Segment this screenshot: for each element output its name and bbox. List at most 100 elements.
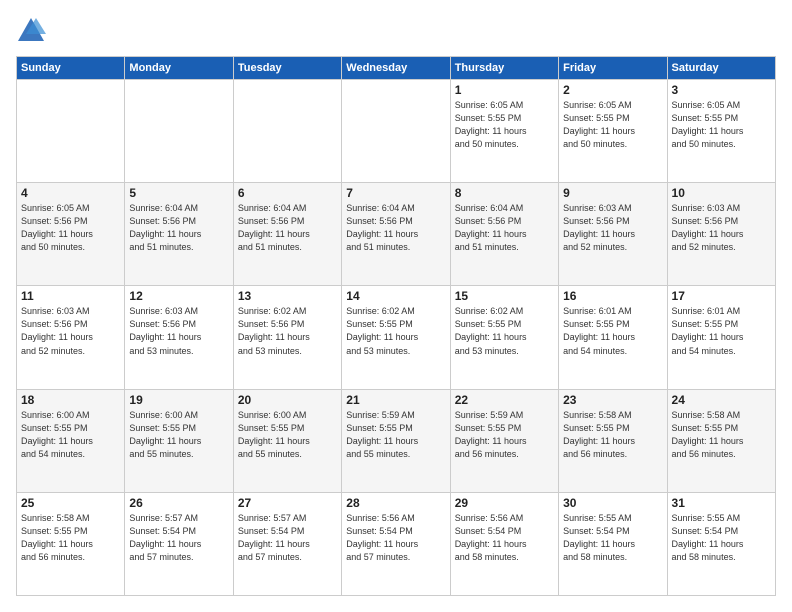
- day-number: 14: [346, 289, 445, 303]
- day-number: 15: [455, 289, 554, 303]
- calendar-cell: 31 Sunrise: 5:55 AM Sunset: 5:54 PM Dayli…: [667, 492, 775, 595]
- calendar-cell: 25Sunrise: 5:58 AM Sunset: 5:55 PM Dayli…: [17, 492, 125, 595]
- calendar-cell: 1Sunrise: 6:05 AM Sunset: 5:55 PM Daylig…: [450, 80, 558, 183]
- day-info: Sunrise: 6:03 AM Sunset: 5:56 PM Dayligh…: [563, 202, 662, 254]
- calendar-cell: 9Sunrise: 6:03 AM Sunset: 5:56 PM Daylig…: [559, 183, 667, 286]
- calendar-cell: 14 Sunrise: 6:02 AM Sunset: 5:55 PM Dayli…: [342, 286, 450, 389]
- day-number: 30: [563, 496, 662, 510]
- calendar-cell: 12 Sunrise: 6:03 AM Sunset: 5:56 PM Dayli…: [125, 286, 233, 389]
- calendar-cell: [17, 80, 125, 183]
- day-info: Sunrise: 5:56 AM Sunset: 5:54 PM Dayligh…: [346, 512, 445, 564]
- calendar-cell: 28 Sunrise: 5:56 AM Sunset: 5:54 PM Dayli…: [342, 492, 450, 595]
- calendar-cell: 10 Sunrise: 6:03 AM Sunset: 5:56 PM Dayli…: [667, 183, 775, 286]
- day-info: Sunrise: 6:02 AM Sunset: 5:56 PM Dayligh…: [238, 305, 337, 357]
- day-number: 7: [346, 186, 445, 200]
- calendar-cell: 30 Sunrise: 5:55 AM Sunset: 5:54 PM Dayli…: [559, 492, 667, 595]
- day-number: 23: [563, 393, 662, 407]
- calendar-header-saturday: Saturday: [667, 57, 775, 80]
- calendar-header-sunday: Sunday: [17, 57, 125, 80]
- calendar-cell: [342, 80, 450, 183]
- day-number: 3: [672, 83, 771, 97]
- day-number: 11: [21, 289, 120, 303]
- day-info: Sunrise: 5:58 AM Sunset: 5:55 PM Dayligh…: [563, 409, 662, 461]
- calendar-cell: 18 Sunrise: 6:00 AM Sunset: 5:55 PM Dayli…: [17, 389, 125, 492]
- day-number: 27: [238, 496, 337, 510]
- day-info: Sunrise: 6:04 AM Sunset: 5:56 PM Dayligh…: [455, 202, 554, 254]
- day-number: 19: [129, 393, 228, 407]
- day-info: Sunrise: 6:01 AM Sunset: 5:55 PM Dayligh…: [563, 305, 662, 357]
- calendar-header-wednesday: Wednesday: [342, 57, 450, 80]
- calendar-header-thursday: Thursday: [450, 57, 558, 80]
- calendar-cell: [233, 80, 341, 183]
- day-info: Sunrise: 6:04 AM Sunset: 5:56 PM Dayligh…: [129, 202, 228, 254]
- day-info: Sunrise: 5:58 AM Sunset: 5:55 PM Dayligh…: [672, 409, 771, 461]
- day-info: Sunrise: 6:03 AM Sunset: 5:56 PM Dayligh…: [129, 305, 228, 357]
- calendar-header-friday: Friday: [559, 57, 667, 80]
- calendar-cell: 29 Sunrise: 5:56 AM Sunset: 5:54 PM Dayli…: [450, 492, 558, 595]
- calendar-cell: 13 Sunrise: 6:02 AM Sunset: 5:56 PM Dayli…: [233, 286, 341, 389]
- calendar-week-0: 1 Sunrise: 6:05 AM Sunset: 5:55 PM Daylig…: [17, 80, 776, 183]
- day-number: 31: [672, 496, 771, 510]
- day-info: Sunrise: 6:02 AM Sunset: 5:55 PM Dayligh…: [346, 305, 445, 357]
- day-number: 16: [563, 289, 662, 303]
- calendar-cell: 2 Sunrise: 6:05 AM Sunset: 5:55 PM Daylig…: [559, 80, 667, 183]
- day-info: Sunrise: 5:59 AM Sunset: 5:55 PM Dayligh…: [455, 409, 554, 461]
- calendar-cell: 19Sunrise: 6:00 AM Sunset: 5:55 PM Dayli…: [125, 389, 233, 492]
- day-number: 18: [21, 393, 120, 407]
- day-info: Sunrise: 6:03 AM Sunset: 5:56 PM Dayligh…: [672, 202, 771, 254]
- day-number: 21: [346, 393, 445, 407]
- day-number: 29: [455, 496, 554, 510]
- logo-icon: [16, 16, 46, 46]
- day-info: Sunrise: 6:00 AM Sunset: 5:55 PM Dayligh…: [238, 409, 337, 461]
- day-info: Sunrise: 6:05 AM Sunset: 5:55 PM Dayligh…: [672, 99, 771, 151]
- logo: [16, 16, 50, 46]
- calendar-cell: 23 Sunrise: 5:58 AM Sunset: 5:55 PM Dayli…: [559, 389, 667, 492]
- calendar-cell: 6 Sunrise: 6:04 AM Sunset: 5:56 PM Daylig…: [233, 183, 341, 286]
- calendar-cell: 11 Sunrise: 6:03 AM Sunset: 5:56 PM Dayli…: [17, 286, 125, 389]
- day-number: 5: [129, 186, 228, 200]
- calendar-cell: 5 Sunrise: 6:04 AM Sunset: 5:56 PM Daylig…: [125, 183, 233, 286]
- day-info: Sunrise: 5:57 AM Sunset: 5:54 PM Dayligh…: [129, 512, 228, 564]
- calendar-week-1: 4Sunrise: 6:05 AM Sunset: 5:56 PM Daylig…: [17, 183, 776, 286]
- day-number: 1: [455, 83, 554, 97]
- day-number: 20: [238, 393, 337, 407]
- day-info: Sunrise: 6:05 AM Sunset: 5:56 PM Dayligh…: [21, 202, 120, 254]
- day-number: 12: [129, 289, 228, 303]
- calendar-cell: 17Sunrise: 6:01 AM Sunset: 5:55 PM Dayli…: [667, 286, 775, 389]
- calendar-week-3: 18 Sunrise: 6:00 AM Sunset: 5:55 PM Dayli…: [17, 389, 776, 492]
- calendar-cell: 26 Sunrise: 5:57 AM Sunset: 5:54 PM Dayli…: [125, 492, 233, 595]
- day-info: Sunrise: 6:04 AM Sunset: 5:56 PM Dayligh…: [346, 202, 445, 254]
- day-info: Sunrise: 6:01 AM Sunset: 5:55 PM Dayligh…: [672, 305, 771, 357]
- calendar-cell: 3 Sunrise: 6:05 AM Sunset: 5:55 PM Daylig…: [667, 80, 775, 183]
- day-info: Sunrise: 5:55 AM Sunset: 5:54 PM Dayligh…: [563, 512, 662, 564]
- calendar-cell: 7 Sunrise: 6:04 AM Sunset: 5:56 PM Daylig…: [342, 183, 450, 286]
- day-info: Sunrise: 6:00 AM Sunset: 5:55 PM Dayligh…: [21, 409, 120, 461]
- day-number: 26: [129, 496, 228, 510]
- calendar-header-row: SundayMondayTuesdayWednesdayThursdayFrid…: [17, 57, 776, 80]
- day-info: Sunrise: 5:57 AM Sunset: 5:54 PM Dayligh…: [238, 512, 337, 564]
- day-number: 22: [455, 393, 554, 407]
- calendar-cell: [125, 80, 233, 183]
- calendar-cell: 15Sunrise: 6:02 AM Sunset: 5:55 PM Dayli…: [450, 286, 558, 389]
- day-number: 28: [346, 496, 445, 510]
- day-number: 10: [672, 186, 771, 200]
- day-number: 6: [238, 186, 337, 200]
- day-number: 2: [563, 83, 662, 97]
- day-info: Sunrise: 5:58 AM Sunset: 5:55 PM Dayligh…: [21, 512, 120, 564]
- calendar-cell: 27 Sunrise: 5:57 AM Sunset: 5:54 PM Dayli…: [233, 492, 341, 595]
- day-info: Sunrise: 5:56 AM Sunset: 5:54 PM Dayligh…: [455, 512, 554, 564]
- header: [16, 16, 776, 46]
- day-number: 13: [238, 289, 337, 303]
- day-number: 24: [672, 393, 771, 407]
- calendar-week-2: 11 Sunrise: 6:03 AM Sunset: 5:56 PM Dayli…: [17, 286, 776, 389]
- calendar-cell: 4Sunrise: 6:05 AM Sunset: 5:56 PM Daylig…: [17, 183, 125, 286]
- calendar-header-tuesday: Tuesday: [233, 57, 341, 80]
- day-info: Sunrise: 5:55 AM Sunset: 5:54 PM Dayligh…: [672, 512, 771, 564]
- calendar-week-4: 25Sunrise: 5:58 AM Sunset: 5:55 PM Dayli…: [17, 492, 776, 595]
- calendar-cell: 24 Sunrise: 5:58 AM Sunset: 5:55 PM Dayli…: [667, 389, 775, 492]
- day-info: Sunrise: 6:05 AM Sunset: 5:55 PM Dayligh…: [563, 99, 662, 151]
- calendar-cell: 8 Sunrise: 6:04 AM Sunset: 5:56 PM Daylig…: [450, 183, 558, 286]
- day-info: Sunrise: 6:04 AM Sunset: 5:56 PM Dayligh…: [238, 202, 337, 254]
- day-number: 8: [455, 186, 554, 200]
- day-info: Sunrise: 6:03 AM Sunset: 5:56 PM Dayligh…: [21, 305, 120, 357]
